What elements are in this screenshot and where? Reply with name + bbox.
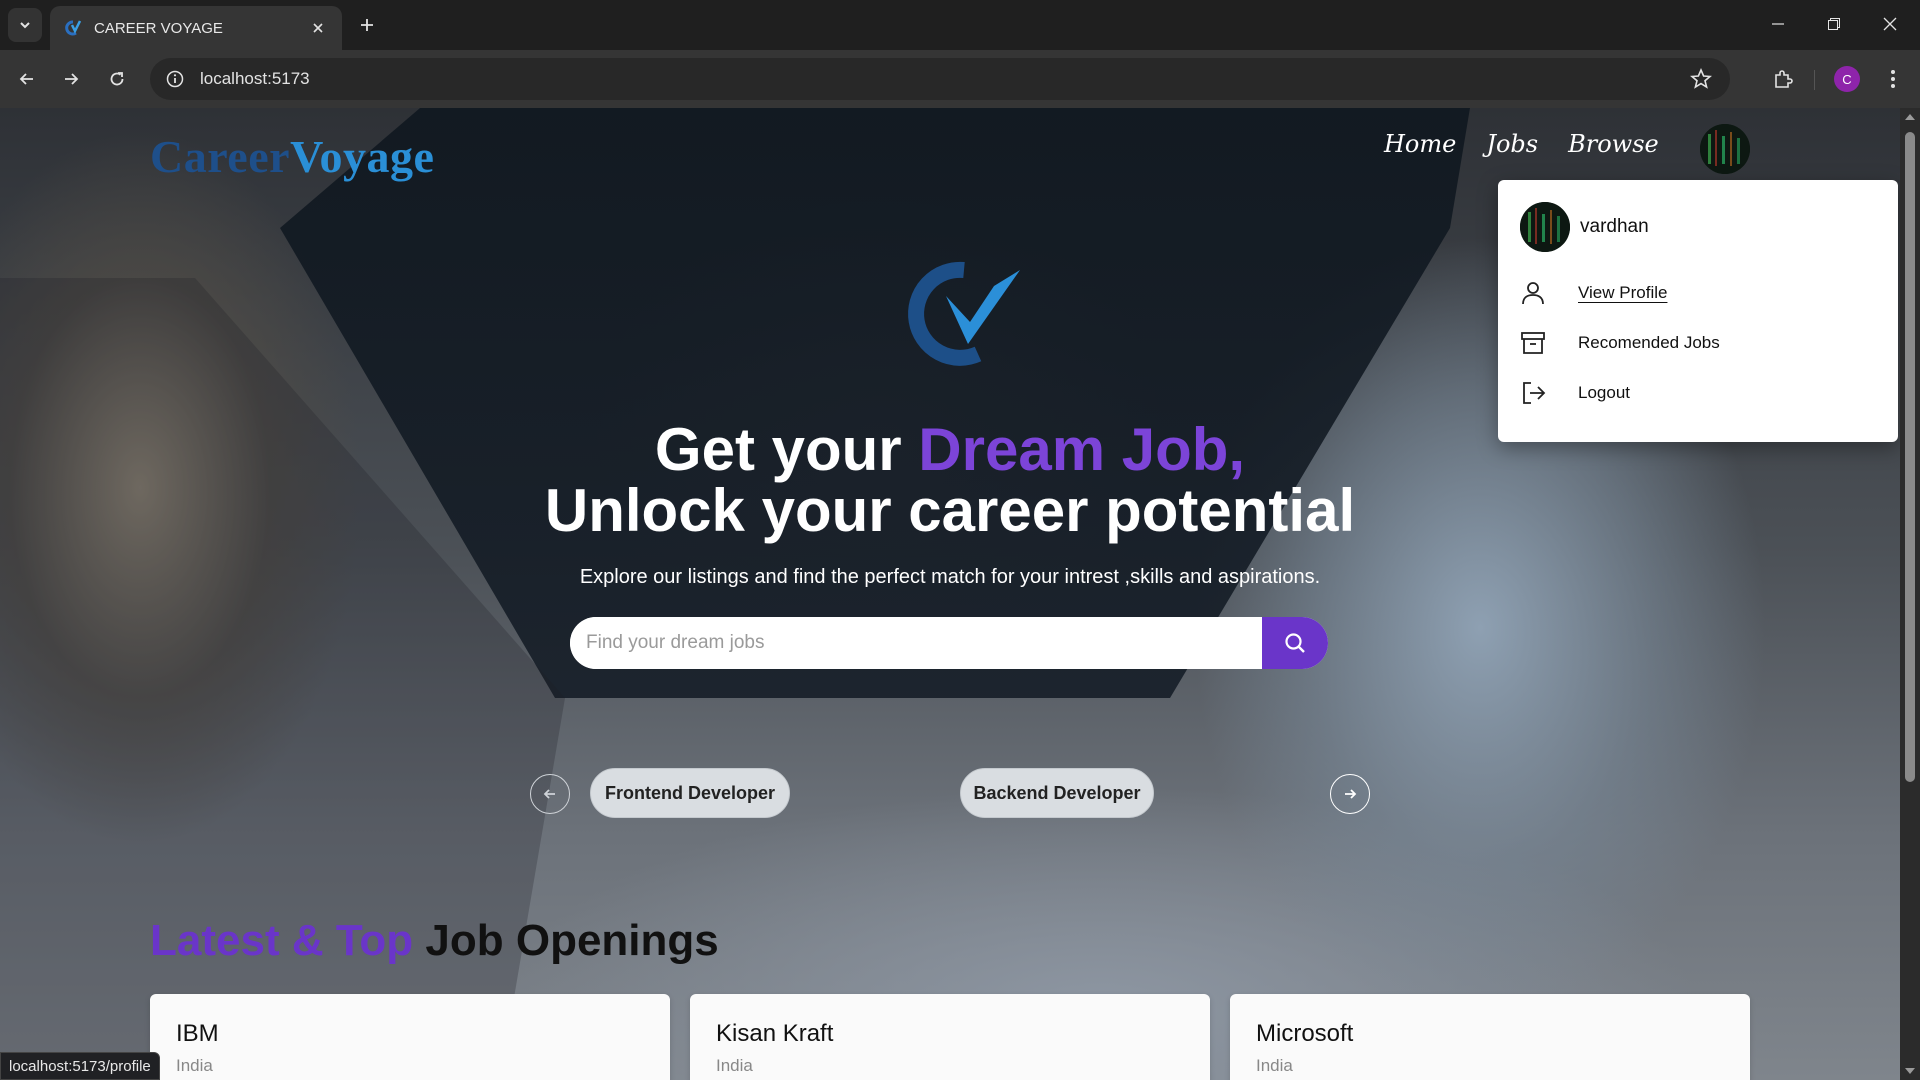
headline-accent: Dream Job, bbox=[918, 416, 1246, 483]
job-company: Kisan Kraft bbox=[716, 1020, 834, 1047]
restore-icon bbox=[1828, 18, 1840, 30]
recommended-jobs-label: Recomended Jobs bbox=[1578, 333, 1720, 352]
logout-button[interactable]: Logout bbox=[1518, 376, 1630, 410]
logo-text-voyage: Voyage bbox=[290, 131, 435, 182]
site-logo[interactable]: CareerVoyage bbox=[150, 130, 434, 183]
site-info-icon[interactable] bbox=[164, 68, 186, 90]
nav-link-home[interactable]: Home bbox=[1384, 130, 1456, 158]
recommended-jobs-link[interactable]: Recomended Jobs bbox=[1518, 326, 1720, 360]
avatar-image bbox=[1700, 124, 1750, 174]
minimize-button[interactable] bbox=[1750, 0, 1806, 48]
page-viewport: CareerVoyage Home Jobs Browse vardhan Vi… bbox=[0, 108, 1900, 1080]
scroll-down-arrow[interactable] bbox=[1905, 1068, 1915, 1074]
arrow-right-icon bbox=[65, 73, 79, 85]
favicon-icon bbox=[65, 20, 82, 36]
address-bar[interactable]: localhost:5173 bbox=[150, 58, 1730, 100]
new-tab-button[interactable] bbox=[352, 10, 382, 40]
user-avatar[interactable] bbox=[1700, 124, 1750, 174]
close-window-button[interactable] bbox=[1862, 0, 1918, 48]
profile-dropdown: vardhan View Profile Recomended Jobs Log… bbox=[1498, 180, 1898, 442]
browser-tab-bar: CAREER VOYAGE bbox=[0, 0, 1920, 50]
back-button[interactable] bbox=[10, 62, 44, 96]
view-profile-label: View Profile bbox=[1578, 283, 1668, 302]
job-company: IBM bbox=[176, 1020, 219, 1047]
close-tab-icon[interactable] bbox=[308, 18, 328, 38]
hero-headline-line1: Get your Dream Job, bbox=[0, 420, 1900, 480]
job-location: India bbox=[1256, 1056, 1293, 1075]
browser-profile-avatar[interactable]: C bbox=[1834, 66, 1860, 92]
latest-jobs-heading: Latest & Top Job Openings bbox=[150, 916, 719, 966]
logout-icon bbox=[1518, 378, 1548, 408]
hero-subtitle: Explore our listings and find the perfec… bbox=[579, 566, 1321, 588]
minimize-icon bbox=[1772, 23, 1784, 25]
url-text: localhost:5173 bbox=[200, 69, 310, 88]
browser-toolbar: localhost:5173 bbox=[0, 50, 1920, 108]
nav-link-browse[interactable]: Browse bbox=[1568, 130, 1659, 158]
logo-text-career: Career bbox=[150, 131, 291, 182]
puzzle-icon bbox=[1775, 70, 1793, 88]
job-card[interactable]: Microsoft India bbox=[1230, 994, 1750, 1080]
category-chip-frontend[interactable]: Frontend Developer bbox=[590, 768, 790, 818]
kebab-menu-icon bbox=[1891, 70, 1895, 88]
plus-icon bbox=[361, 19, 373, 31]
job-card[interactable]: Kisan Kraft India bbox=[690, 994, 1210, 1080]
arrow-left-icon bbox=[543, 789, 555, 799]
tab-title: CAREER VOYAGE bbox=[94, 19, 223, 37]
hero-headline-line2: Unlock your career potential bbox=[544, 477, 1356, 544]
job-company: Microsoft bbox=[1256, 1020, 1354, 1047]
tab-search-button[interactable] bbox=[8, 8, 42, 42]
job-card[interactable]: IBM India bbox=[150, 994, 670, 1080]
view-profile-link[interactable]: View Profile bbox=[1518, 276, 1667, 310]
user-icon bbox=[1518, 278, 1548, 308]
headline-plain: Get your bbox=[654, 416, 919, 483]
close-icon bbox=[1883, 17, 1897, 31]
scrollbar-thumb[interactable] bbox=[1905, 132, 1915, 782]
category-chip-backend[interactable]: Backend Developer bbox=[960, 768, 1154, 818]
page-scrollbar[interactable] bbox=[1900, 108, 1920, 1080]
job-search-bar bbox=[570, 617, 1328, 669]
browser-menu-button[interactable] bbox=[1878, 62, 1908, 96]
chevron-down-icon bbox=[20, 22, 30, 29]
reload-icon bbox=[110, 72, 124, 86]
job-location: India bbox=[176, 1056, 213, 1075]
carousel-next-button[interactable] bbox=[1330, 774, 1370, 814]
latest-heading-accent: Latest & Top bbox=[150, 916, 414, 965]
forward-button[interactable] bbox=[54, 62, 88, 96]
toolbar-separator bbox=[1814, 70, 1815, 90]
arrow-left-icon bbox=[19, 73, 33, 85]
latest-heading-plain: Job Openings bbox=[413, 916, 719, 965]
archive-icon bbox=[1518, 328, 1548, 358]
scroll-up-arrow[interactable] bbox=[1905, 114, 1915, 120]
extensions-button[interactable] bbox=[1766, 62, 1800, 96]
search-button[interactable] bbox=[1262, 617, 1328, 669]
dropdown-avatar bbox=[1520, 202, 1570, 252]
logout-label: Logout bbox=[1578, 383, 1630, 402]
job-location: India bbox=[716, 1056, 753, 1075]
reload-button[interactable] bbox=[100, 62, 134, 96]
career-voyage-emblem bbox=[908, 261, 1020, 366]
link-status-bar: localhost:5173/profile bbox=[0, 1052, 160, 1080]
carousel-prev-button[interactable] bbox=[530, 774, 570, 814]
restore-button[interactable] bbox=[1806, 0, 1862, 48]
bookmark-star-icon[interactable] bbox=[1690, 68, 1712, 90]
search-icon bbox=[1285, 633, 1305, 653]
main-nav: Home Jobs Browse bbox=[1384, 130, 1689, 158]
arrow-right-icon bbox=[1345, 789, 1357, 799]
job-search-input[interactable] bbox=[570, 617, 1262, 669]
nav-link-jobs[interactable]: Jobs bbox=[1486, 130, 1538, 158]
dropdown-username: vardhan bbox=[1580, 216, 1649, 237]
browser-tab[interactable]: CAREER VOYAGE bbox=[50, 6, 342, 50]
